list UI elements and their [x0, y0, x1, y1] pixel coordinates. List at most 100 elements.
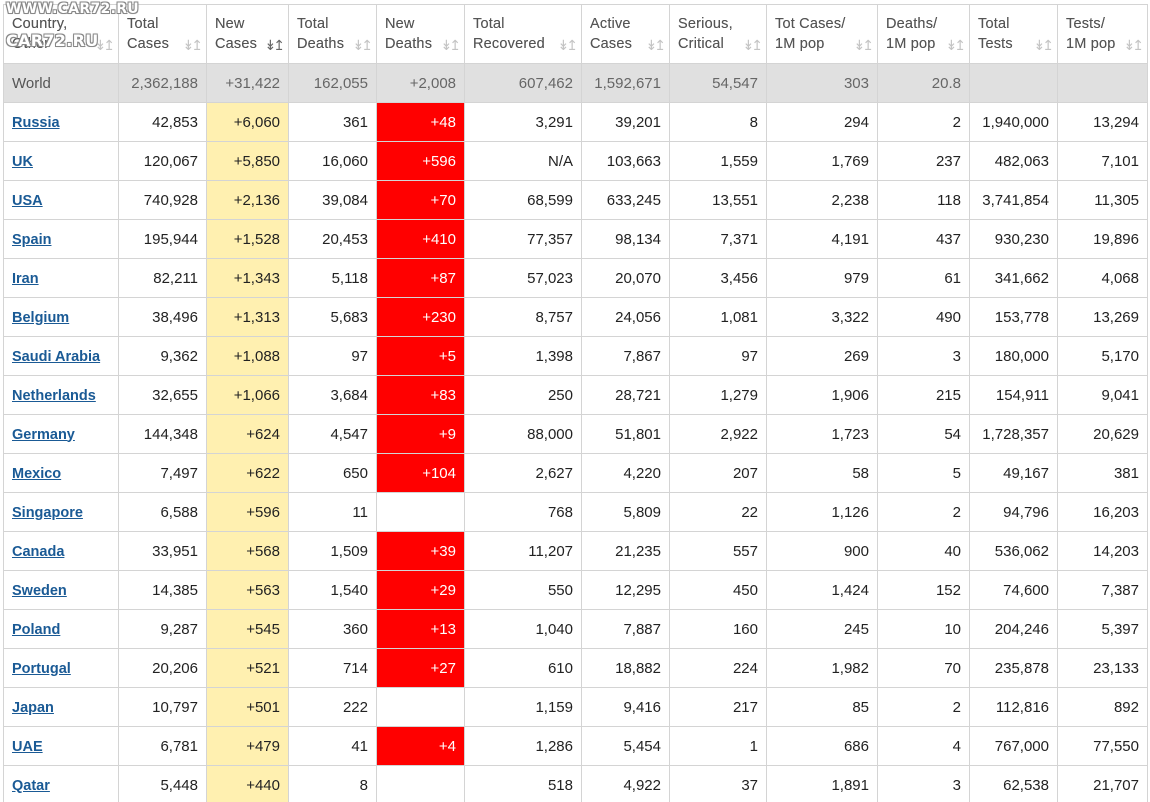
cell-serious-critical: 224 — [669, 648, 767, 688]
cell-tot-cases-per-1m: 245 — [766, 609, 878, 649]
cell-country: Japan — [3, 687, 119, 727]
country-link[interactable]: Iran — [12, 271, 39, 287]
cell-active-cases: 20,070 — [581, 258, 670, 298]
column-header-tests-per-1m[interactable]: Tests/1M pop ↡↥ — [1057, 4, 1148, 64]
cell-tests-per-1m: 13,269 — [1057, 297, 1148, 337]
table-row: Iran 82,211 +1,343 5,118 +87 57,023 20,070 3,45… — [3, 258, 1148, 298]
cell-new-deaths: +9 — [376, 414, 465, 454]
column-header-deaths-per-1m[interactable]: Deaths/1M pop ↡↥ — [877, 4, 970, 64]
cell-new-cases: +596 — [206, 492, 289, 532]
cell-deaths-per-1m: 61 — [877, 258, 970, 298]
country-link[interactable]: Russia — [12, 115, 60, 131]
cell-new-cases: +545 — [206, 609, 289, 649]
column-header-total-tests[interactable]: Total Tests ↡↥ — [969, 4, 1058, 64]
cell-new-deaths: +48 — [376, 102, 465, 142]
country-link[interactable]: Spain — [12, 232, 51, 248]
country-link[interactable]: Poland — [12, 622, 60, 638]
column-header-country[interactable]: Country, Other ↡↥ — [3, 4, 119, 64]
table-row: Spain 195,944 +1,528 20,453 +410 77,357 98,134… — [3, 219, 1148, 259]
country-link[interactable]: USA — [12, 193, 43, 209]
cell-deaths-per-1m: 3 — [877, 765, 970, 802]
world-cell-total-recovered: 607,462 — [464, 63, 582, 103]
cell-total-recovered: 57,023 — [464, 258, 582, 298]
cell-country: USA — [3, 180, 119, 220]
sort-icon[interactable]: ↡↥ — [646, 35, 667, 55]
column-header-line1: Active — [590, 16, 631, 32]
cell-total-tests: 341,662 — [969, 258, 1058, 298]
country-link[interactable]: Japan — [12, 700, 54, 716]
country-link[interactable]: Saudi Arabia — [12, 349, 100, 365]
country-link[interactable]: UAE — [12, 739, 43, 755]
cell-total-cases: 38,496 — [118, 297, 207, 337]
cell-deaths-per-1m: 4 — [877, 726, 970, 766]
column-header-total-deaths[interactable]: Total Deaths ↡↥ — [288, 4, 377, 64]
country-link[interactable]: Germany — [12, 427, 75, 443]
cell-tests-per-1m: 7,387 — [1057, 570, 1148, 610]
column-header-serious-critical[interactable]: Serious, Critical ↡↥ — [669, 4, 767, 64]
sort-icon[interactable]: ↡↥ — [95, 35, 116, 55]
cell-active-cases: 4,220 — [581, 453, 670, 493]
country-link[interactable]: Singapore — [12, 505, 83, 521]
column-header-new-cases[interactable]: New Cases ↡↥ — [206, 4, 289, 64]
cell-new-cases: +622 — [206, 453, 289, 493]
cell-tests-per-1m: 16,203 — [1057, 492, 1148, 532]
sort-icon[interactable]: ↡↥ — [265, 35, 286, 55]
cell-serious-critical: 557 — [669, 531, 767, 571]
cell-serious-critical: 217 — [669, 687, 767, 727]
country-link[interactable]: Qatar — [12, 778, 50, 794]
cell-total-recovered: 1,398 — [464, 336, 582, 376]
cell-total-tests: 112,816 — [969, 687, 1058, 727]
cell-deaths-per-1m: 5 — [877, 453, 970, 493]
cell-tests-per-1m: 4,068 — [1057, 258, 1148, 298]
sort-icon[interactable]: ↡↥ — [854, 35, 875, 55]
cell-tot-cases-per-1m: 4,191 — [766, 219, 878, 259]
cell-new-deaths: +596 — [376, 141, 465, 181]
sort-icon[interactable]: ↡↥ — [353, 35, 374, 55]
country-link[interactable]: Netherlands — [12, 388, 96, 404]
column-header-line1: Total — [127, 16, 159, 32]
cell-deaths-per-1m: 54 — [877, 414, 970, 454]
world-cell-total-cases: 2,362,188 — [118, 63, 207, 103]
country-link[interactable]: Canada — [12, 544, 64, 560]
cell-total-recovered: N/A — [464, 141, 582, 181]
column-header-total-cases[interactable]: Total Cases ↡↥ — [118, 4, 207, 64]
column-header-line1: Total — [473, 16, 505, 32]
cell-tot-cases-per-1m: 1,891 — [766, 765, 878, 802]
cell-serious-critical: 22 — [669, 492, 767, 532]
sort-icon[interactable]: ↡↥ — [743, 35, 764, 55]
cell-deaths-per-1m: 215 — [877, 375, 970, 415]
table-row: Sweden 14,385 +563 1,540 +29 550 12,295 450 1,42… — [3, 570, 1148, 610]
country-link[interactable]: Mexico — [12, 466, 61, 482]
sort-icon[interactable]: ↡↥ — [558, 35, 579, 55]
column-header-new-deaths[interactable]: New Deaths ↡↥ — [376, 4, 465, 64]
cell-tot-cases-per-1m: 294 — [766, 102, 878, 142]
column-header-line1: Country, — [12, 16, 68, 32]
cell-total-deaths: 360 — [288, 609, 377, 649]
cell-tot-cases-per-1m: 900 — [766, 531, 878, 571]
column-header-active-cases[interactable]: Active Cases ↡↥ — [581, 4, 670, 64]
column-header-tot-cases-per-1m[interactable]: Tot Cases/1M pop ↡↥ — [766, 4, 878, 64]
cell-country: Poland — [3, 609, 119, 649]
column-header-total-recovered[interactable]: Total Recovered ↡↥ — [464, 4, 582, 64]
cell-tests-per-1m: 13,294 — [1057, 102, 1148, 142]
cell-total-cases: 9,287 — [118, 609, 207, 649]
table-header: Country, Other ↡↥ Total Cases ↡↥ New Cases ↡↥ Tot… — [3, 4, 1148, 64]
sort-icon[interactable]: ↡↥ — [946, 35, 967, 55]
cell-new-cases: +2,136 — [206, 180, 289, 220]
cell-tot-cases-per-1m: 1,424 — [766, 570, 878, 610]
sort-icon[interactable]: ↡↥ — [1034, 35, 1055, 55]
sort-icon[interactable]: ↡↥ — [1124, 35, 1145, 55]
cell-new-deaths: +39 — [376, 531, 465, 571]
country-link[interactable]: UK — [12, 154, 33, 170]
country-link[interactable]: Belgium — [12, 310, 69, 326]
country-link[interactable]: Portugal — [12, 661, 71, 677]
cell-total-deaths: 361 — [288, 102, 377, 142]
country-link[interactable]: Sweden — [12, 583, 67, 599]
sort-icon[interactable]: ↡↥ — [183, 35, 204, 55]
cell-new-deaths: +4 — [376, 726, 465, 766]
cell-total-deaths: 39,084 — [288, 180, 377, 220]
sort-icon[interactable]: ↡↥ — [441, 35, 462, 55]
column-header-line1: Total — [297, 16, 329, 32]
cell-total-tests: 1,940,000 — [969, 102, 1058, 142]
world-cell-total-tests — [969, 63, 1058, 103]
